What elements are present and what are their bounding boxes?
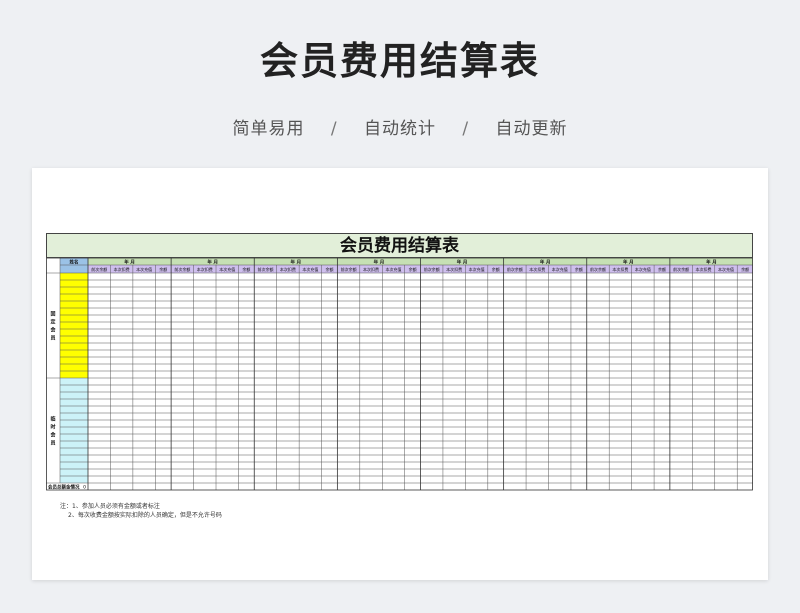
column-header: 本次扣费 <box>280 266 296 272</box>
month-header: 年 月 <box>291 259 302 266</box>
month-header: 年 月 <box>706 259 717 266</box>
column-header: 本次充值 <box>552 266 568 272</box>
column-header: 本次充值 <box>136 266 152 272</box>
feature-easy: 简单易用 <box>232 119 305 139</box>
column-header: 本次充值 <box>718 266 734 272</box>
column-header: 前次余额 <box>341 266 357 272</box>
column-header: 余额 <box>492 266 500 272</box>
month-header: 年 月 <box>207 259 218 266</box>
column-header: 本次扣费 <box>696 266 712 272</box>
group-label-char: 员 <box>50 335 55 342</box>
settlement-sheet: 会员费用结算表 姓名年 月前次余额 本次扣费 本次充值 余额年 月前次余额 本次扣费 本次… <box>46 233 753 494</box>
separator: / <box>462 119 470 139</box>
column-header: 本次扣费 <box>197 266 213 272</box>
month-header: 年 月 <box>374 259 385 266</box>
total-value: 0 <box>83 485 86 491</box>
column-header: 本次充值 <box>302 266 318 272</box>
column-header: 本次充值 <box>219 266 235 272</box>
spreadsheet-preview: 会员费用结算表 姓名年 月前次余额 本次扣费 本次充值 余额年 月前次余额 本次扣费 本次… <box>32 168 768 580</box>
sheet-title: 会员费用结算表 <box>46 233 753 258</box>
column-header: 余额 <box>409 266 417 272</box>
note-line: 注：1、参加人员必须有金额或者标注 <box>60 503 160 510</box>
month-header: 年 月 <box>623 259 634 266</box>
feature-auto-update: 自动更新 <box>495 119 568 139</box>
feature-tagline: 简单易用 / 自动统计 / 自动更新 <box>0 114 800 139</box>
column-header: 本次充值 <box>635 266 651 272</box>
column-header: 本次扣费 <box>612 266 628 272</box>
column-header: 前次余额 <box>590 266 606 272</box>
name-header: 姓名 <box>69 259 79 266</box>
group-label-char: 固 <box>50 311 55 318</box>
column-header: 本次扣费 <box>529 266 545 272</box>
column-header: 前次余额 <box>424 266 440 272</box>
name-column-fill <box>60 273 88 378</box>
column-header: 前次余额 <box>507 266 523 272</box>
column-header: 余额 <box>159 266 167 272</box>
month-header: 年 月 <box>540 259 551 266</box>
column-header: 余额 <box>325 266 333 272</box>
group-label-char: 临 <box>50 416 55 423</box>
separator: / <box>330 119 338 139</box>
group-label-char: 时 <box>50 424 55 431</box>
group-label-char: 会 <box>49 327 55 334</box>
total-label: 会员总额金情况 <box>48 484 80 491</box>
feature-auto-stats: 自动统计 <box>364 119 436 139</box>
column-header: 本次扣费 <box>446 266 462 272</box>
column-header: 余额 <box>658 266 666 272</box>
page-title: 会员费用结算表 <box>259 39 540 83</box>
group-label-char: 会 <box>49 432 55 439</box>
column-header: 本次扣费 <box>114 266 130 272</box>
note-line: 2、每次收费金额按实际扣除的人员确定，但是不允许号码 <box>68 512 222 519</box>
column-header: 余额 <box>242 266 250 272</box>
month-header: 年 月 <box>124 259 135 266</box>
settlement-grid: 姓名年 月前次余额 本次扣费 本次充值 余额年 月前次余额 本次扣费 本次充值 余额年 月前… <box>46 258 753 491</box>
notes: 注：1、参加人员必须有金额或者标注 2、每次收费金额按实际扣除的人员确定，但是不… <box>60 502 222 520</box>
month-header: 年 月 <box>457 259 468 266</box>
group-label-char: 定 <box>49 319 55 326</box>
column-header: 余额 <box>575 266 583 272</box>
column-header: 前次余额 <box>257 266 273 272</box>
column-header: 本次扣费 <box>363 266 379 272</box>
column-header: 前次余额 <box>91 266 107 272</box>
column-header: 本次充值 <box>469 266 485 272</box>
column-header: 前次余额 <box>174 266 190 272</box>
group-label-char: 员 <box>50 440 55 447</box>
column-header: 余额 <box>741 266 749 272</box>
column-header: 前次余额 <box>673 266 689 272</box>
column-header: 本次充值 <box>385 266 401 272</box>
name-column-fill <box>60 378 88 483</box>
